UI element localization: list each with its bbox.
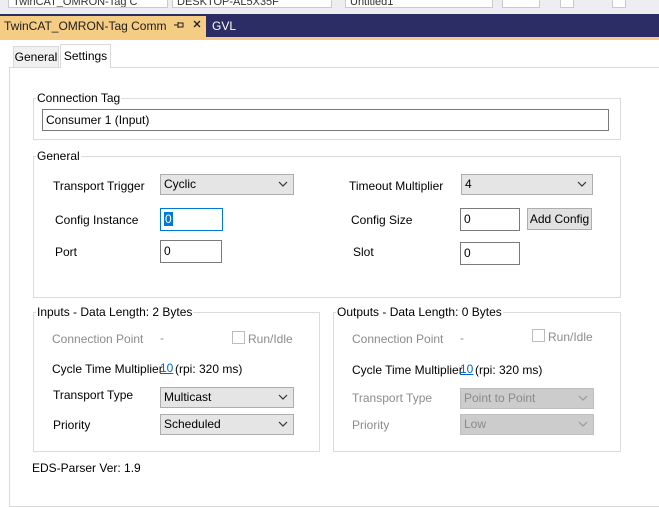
outputs-priority-value: Low [464, 417, 487, 431]
target-combo[interactable]: DESKTOP-AL5X35F [172, 0, 332, 8]
inputs-priority-label: Priority [53, 418, 91, 432]
chevron-down-icon [278, 181, 288, 187]
outputs-cycle-time-label: Cycle Time Multiplier [352, 363, 463, 377]
config-size-input[interactable]: 0 [460, 208, 520, 231]
chevron-down-icon [578, 421, 588, 427]
slot-input[interactable]: 0 [460, 242, 520, 265]
timeout-multiplier-value: 4 [465, 177, 472, 191]
outputs-priority-select[interactable]: Low [460, 414, 594, 435]
outputs-transport-type-value: Point to Point [464, 391, 536, 405]
slot-value: 0 [464, 246, 471, 260]
target-combo-label: DESKTOP-AL5X35F [177, 0, 279, 8]
doc-tab-label: GVL [212, 19, 237, 33]
inputs-cycle-time-link[interactable]: 10 [160, 361, 173, 375]
transport-trigger-value: Cyclic [164, 177, 196, 191]
tab-settings-label: Settings [63, 49, 108, 63]
port-label: Port [55, 245, 78, 259]
outputs-connection-point-value: - [460, 331, 464, 345]
config-size-label: Config Size [351, 213, 413, 227]
outputs-cycle-time-link[interactable]: 10 [460, 362, 473, 376]
solution-combo[interactable]: TwinCAT_OMRON-Tag C [8, 0, 168, 8]
inputs-run-idle-checkbox[interactable] [232, 331, 245, 344]
inputs-priority-value: Scheduled [164, 417, 221, 431]
add-config-label: Add Config [529, 212, 590, 226]
tab-general-label: General [14, 50, 58, 64]
outputs-priority-label: Priority [352, 418, 390, 432]
inputs-transport-type-value: Multicast [164, 390, 212, 404]
small-combo[interactable] [502, 0, 540, 8]
connection-tag-legend: Connection Tag [37, 91, 121, 105]
outputs-transport-type-select[interactable]: Point to Point [460, 388, 594, 409]
config-instance-input[interactable]: 0 [160, 208, 223, 231]
outputs-rpi-text: (rpi: 320 ms) [475, 363, 543, 377]
inputs-rpi-text: (rpi: 320 ms) [175, 362, 243, 376]
chevron-down-icon [278, 421, 288, 427]
config-instance-value: 0 [164, 212, 173, 226]
inputs-priority-select[interactable]: Scheduled [160, 414, 294, 435]
slot-label: Slot [353, 245, 374, 259]
outputs-transport-type-label: Transport Type [352, 391, 433, 405]
toolbar-checkbox-2[interactable] [612, 0, 626, 8]
doc-tab-gvl[interactable]: GVL [210, 16, 250, 37]
chevron-down-icon [278, 394, 288, 400]
tab-general[interactable]: General [13, 46, 59, 68]
inputs-cycle-time-label: Cycle Time Multiplier [52, 362, 163, 376]
toolbar-strip: TwinCAT_OMRON-Tag C DESKTOP-AL5X35F Unti… [0, 0, 659, 14]
inputs-transport-type-select[interactable]: Multicast [160, 387, 294, 408]
outputs-run-idle-checkbox[interactable] [532, 329, 545, 342]
outputs-connection-point-label: Connection Point [352, 332, 444, 346]
inputs-connection-point-label: Connection Point [52, 332, 144, 346]
tab-settings[interactable]: Settings [60, 44, 111, 68]
chevron-down-icon [577, 181, 587, 187]
outputs-legend: Outputs - Data Length: 0 Bytes [337, 305, 502, 319]
add-config-button[interactable]: Add Config [527, 208, 592, 230]
port-value: 0 [164, 244, 171, 258]
solution-combo-label: TwinCAT_OMRON-Tag C [13, 0, 138, 8]
project-combo[interactable]: Untitled1 [345, 0, 493, 8]
doc-tab-label: TwinCAT_OMRON-Tag Comm [4, 19, 167, 33]
close-icon[interactable] [190, 19, 204, 33]
timeout-multiplier-label: Timeout Multiplier [349, 179, 444, 193]
transport-trigger-label: Transport Trigger [53, 179, 145, 193]
connection-tag-value: Consumer 1 (Input) [46, 113, 150, 127]
transport-trigger-select[interactable]: Cyclic [160, 174, 294, 195]
inputs-transport-type-label: Transport Type [53, 388, 134, 402]
connection-tag-input[interactable]: Consumer 1 (Input) [42, 109, 609, 131]
inputs-run-idle-label: Run/Idle [248, 332, 293, 346]
inputs-connection-point-value: - [160, 331, 164, 345]
timeout-multiplier-select[interactable]: 4 [461, 174, 593, 195]
config-instance-label: Config Instance [55, 213, 139, 227]
inputs-legend: Inputs - Data Length: 2 Bytes [37, 305, 193, 319]
chevron-down-icon [578, 395, 588, 401]
project-combo-label: Untitled1 [350, 0, 394, 8]
pin-icon[interactable] [172, 19, 186, 33]
port-input[interactable]: 0 [160, 240, 222, 263]
config-size-value: 0 [464, 212, 471, 226]
eds-parser-version: EDS-Parser Ver: 1.9 [32, 461, 141, 475]
toolbar-checkbox[interactable] [560, 0, 574, 8]
outputs-run-idle-label: Run/Idle [548, 330, 593, 344]
general-legend: General [37, 149, 80, 163]
